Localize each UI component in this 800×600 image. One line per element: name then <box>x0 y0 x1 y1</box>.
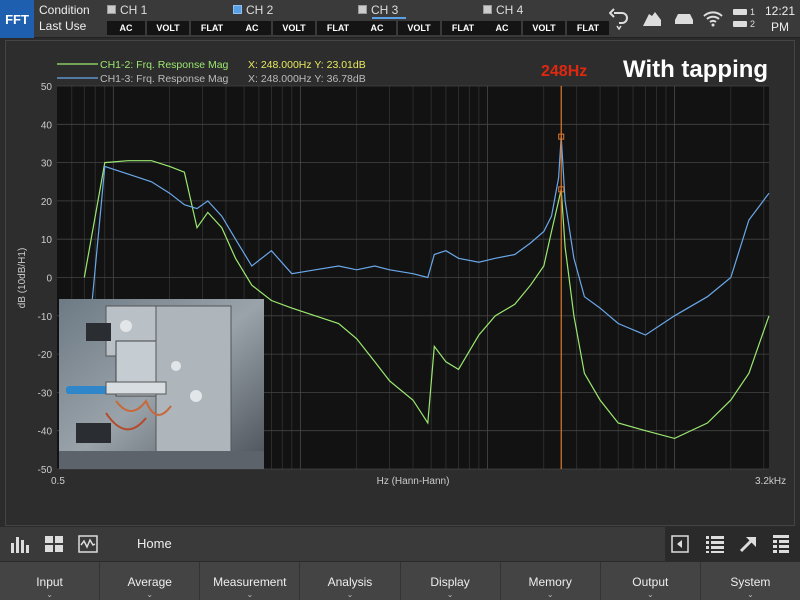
chevron-down-icon: ⌄ <box>446 590 454 599</box>
y-tick-label: -50 <box>38 465 53 476</box>
y-tick-label: -10 <box>38 312 53 323</box>
y-tick-label: 30 <box>41 159 53 170</box>
channel-name: CH 1 <box>120 2 148 17</box>
chevron-down-icon: ⌄ <box>646 590 654 599</box>
channel-4[interactable]: CH 4 AC VOLT FLAT <box>483 2 609 36</box>
y-axis-ticks: 50 40 30 20 10 0 -10 -20 -30 -40 -50 <box>38 82 53 476</box>
menu-system[interactable]: System ⌄ <box>701 562 800 600</box>
overlay-title: With tapping <box>623 56 768 83</box>
chevron-down-icon: ⌄ <box>747 590 754 599</box>
channel-name: CH 4 <box>496 2 524 17</box>
menu-memory[interactable]: Memory ⌄ <box>501 562 601 600</box>
legend-readout-ch1-2: X: 248.000Hz Y: 23.01dB <box>248 59 366 71</box>
y-tick-label: 0 <box>46 274 52 285</box>
unit-button[interactable]: VOLT <box>398 21 440 35</box>
checkbox-icon[interactable] <box>233 5 242 14</box>
chevron-down-icon: ⌄ <box>246 590 254 599</box>
condition-selector[interactable]: Condition Last Use <box>39 2 90 34</box>
wifi-icon <box>702 8 724 30</box>
checkbox-icon[interactable] <box>107 5 116 14</box>
y-tick-label: 50 <box>41 82 53 93</box>
home-breadcrumb[interactable]: Home <box>137 536 172 551</box>
coupling-button[interactable]: AC <box>107 21 145 35</box>
filter-button[interactable]: FLAT <box>567 21 609 35</box>
legend-label-ch1-3: CH1-3: Frq. Response Mag <box>100 73 229 85</box>
fft-chart[interactable]: 50 40 30 20 10 0 -10 -20 -30 -40 -50 0.5 3.2kHz Hz… <box>6 41 796 527</box>
y-tick-label: 20 <box>41 197 53 208</box>
chevron-down-icon: ⌄ <box>146 590 154 599</box>
x-tick-label-max: 3.2kHz <box>755 476 786 487</box>
filter-button[interactable]: FLAT <box>317 21 359 35</box>
menu-average[interactable]: Average ⌄ <box>100 562 201 600</box>
condition-label: Condition <box>39 3 90 17</box>
battery-icon <box>733 21 747 27</box>
battery-status: 1 2 <box>733 6 755 30</box>
coupling-button[interactable]: AC <box>233 21 271 35</box>
grid-layout-icon[interactable] <box>44 534 64 554</box>
clock: 12:21 PM <box>764 4 796 34</box>
condition-value: Last Use <box>39 19 87 33</box>
menu-display[interactable]: Display ⌄ <box>401 562 501 600</box>
x-axis-label: Hz (Hann-Hann) <box>377 476 450 487</box>
unit-button[interactable]: VOLT <box>523 21 565 35</box>
coupling-button[interactable]: AC <box>483 21 521 35</box>
coupling-button[interactable]: AC <box>358 21 396 35</box>
chevron-down-icon: ⌄ <box>46 590 53 599</box>
collapse-left-icon[interactable] <box>671 535 689 553</box>
y-tick-label: -20 <box>38 350 53 361</box>
fixture-photo <box>59 299 264 469</box>
marker-frequency-label: 248Hz <box>541 63 587 80</box>
list-icon[interactable] <box>705 534 725 554</box>
toolbar: Home <box>0 527 800 561</box>
y-tick-label: 10 <box>41 235 53 246</box>
battery-icon <box>733 9 747 15</box>
channel-1[interactable]: CH 1 AC VOLT FLAT <box>107 2 233 36</box>
toolbar-right-group <box>665 527 800 561</box>
main-menu: Input ⌄ Average ⌄ Measurement ⌄ Analysis ⌄ D… <box>0 562 800 600</box>
storage-icon[interactable] <box>672 8 696 30</box>
legend-label-ch1-2: CH1-2: Frq. Response Mag <box>100 59 229 71</box>
printer-icon[interactable] <box>640 8 664 30</box>
x-tick-label-min: 0.5 <box>51 476 65 487</box>
bar-chart-icon[interactable] <box>10 534 30 554</box>
chevron-down-icon: ⌄ <box>546 590 554 599</box>
menu-analysis[interactable]: Analysis ⌄ <box>300 562 401 600</box>
unit-button[interactable]: VOLT <box>273 21 315 35</box>
checkbox-icon[interactable] <box>483 5 492 14</box>
menu-input[interactable]: Input ⌄ <box>0 562 101 600</box>
y-tick-label: -30 <box>38 388 53 399</box>
status-bar: FFT Condition Last Use CH 1 AC VOLT FLAT… <box>0 0 800 38</box>
expand-arrow-icon[interactable] <box>738 534 758 554</box>
y-tick-label: -40 <box>38 427 53 438</box>
channel-name: CH 2 <box>246 2 274 17</box>
filter-button[interactable]: FLAT <box>191 21 233 35</box>
settings-list-icon[interactable] <box>771 534 791 554</box>
waveform-icon[interactable] <box>78 534 98 554</box>
mode-badge[interactable]: FFT <box>0 0 34 38</box>
checkbox-icon[interactable] <box>358 5 367 14</box>
unit-button[interactable]: VOLT <box>147 21 189 35</box>
menu-measurement[interactable]: Measurement ⌄ <box>200 562 301 600</box>
channel-2[interactable]: CH 2 AC VOLT FLAT <box>233 2 359 36</box>
legend-readout-ch1-3: X: 248.000Hz Y: 36.78dB <box>248 73 366 85</box>
filter-button[interactable]: FLAT <box>442 21 484 35</box>
channel-name: CH 3 <box>371 2 399 17</box>
fft-chart-panel[interactable]: 50 40 30 20 10 0 -10 -20 -30 -40 -50 0.5 3.2kHz Hz… <box>5 40 795 526</box>
active-channel-underline <box>372 17 406 19</box>
channel-3[interactable]: CH 3 AC VOLT FLAT <box>358 2 484 36</box>
chevron-down-icon: ⌄ <box>346 590 354 599</box>
undo-icon[interactable] <box>608 8 630 30</box>
y-axis-label: dB (10dB/H1) <box>17 248 28 309</box>
y-tick-label: 40 <box>41 120 53 131</box>
menu-output[interactable]: Output ⌄ <box>601 562 701 600</box>
